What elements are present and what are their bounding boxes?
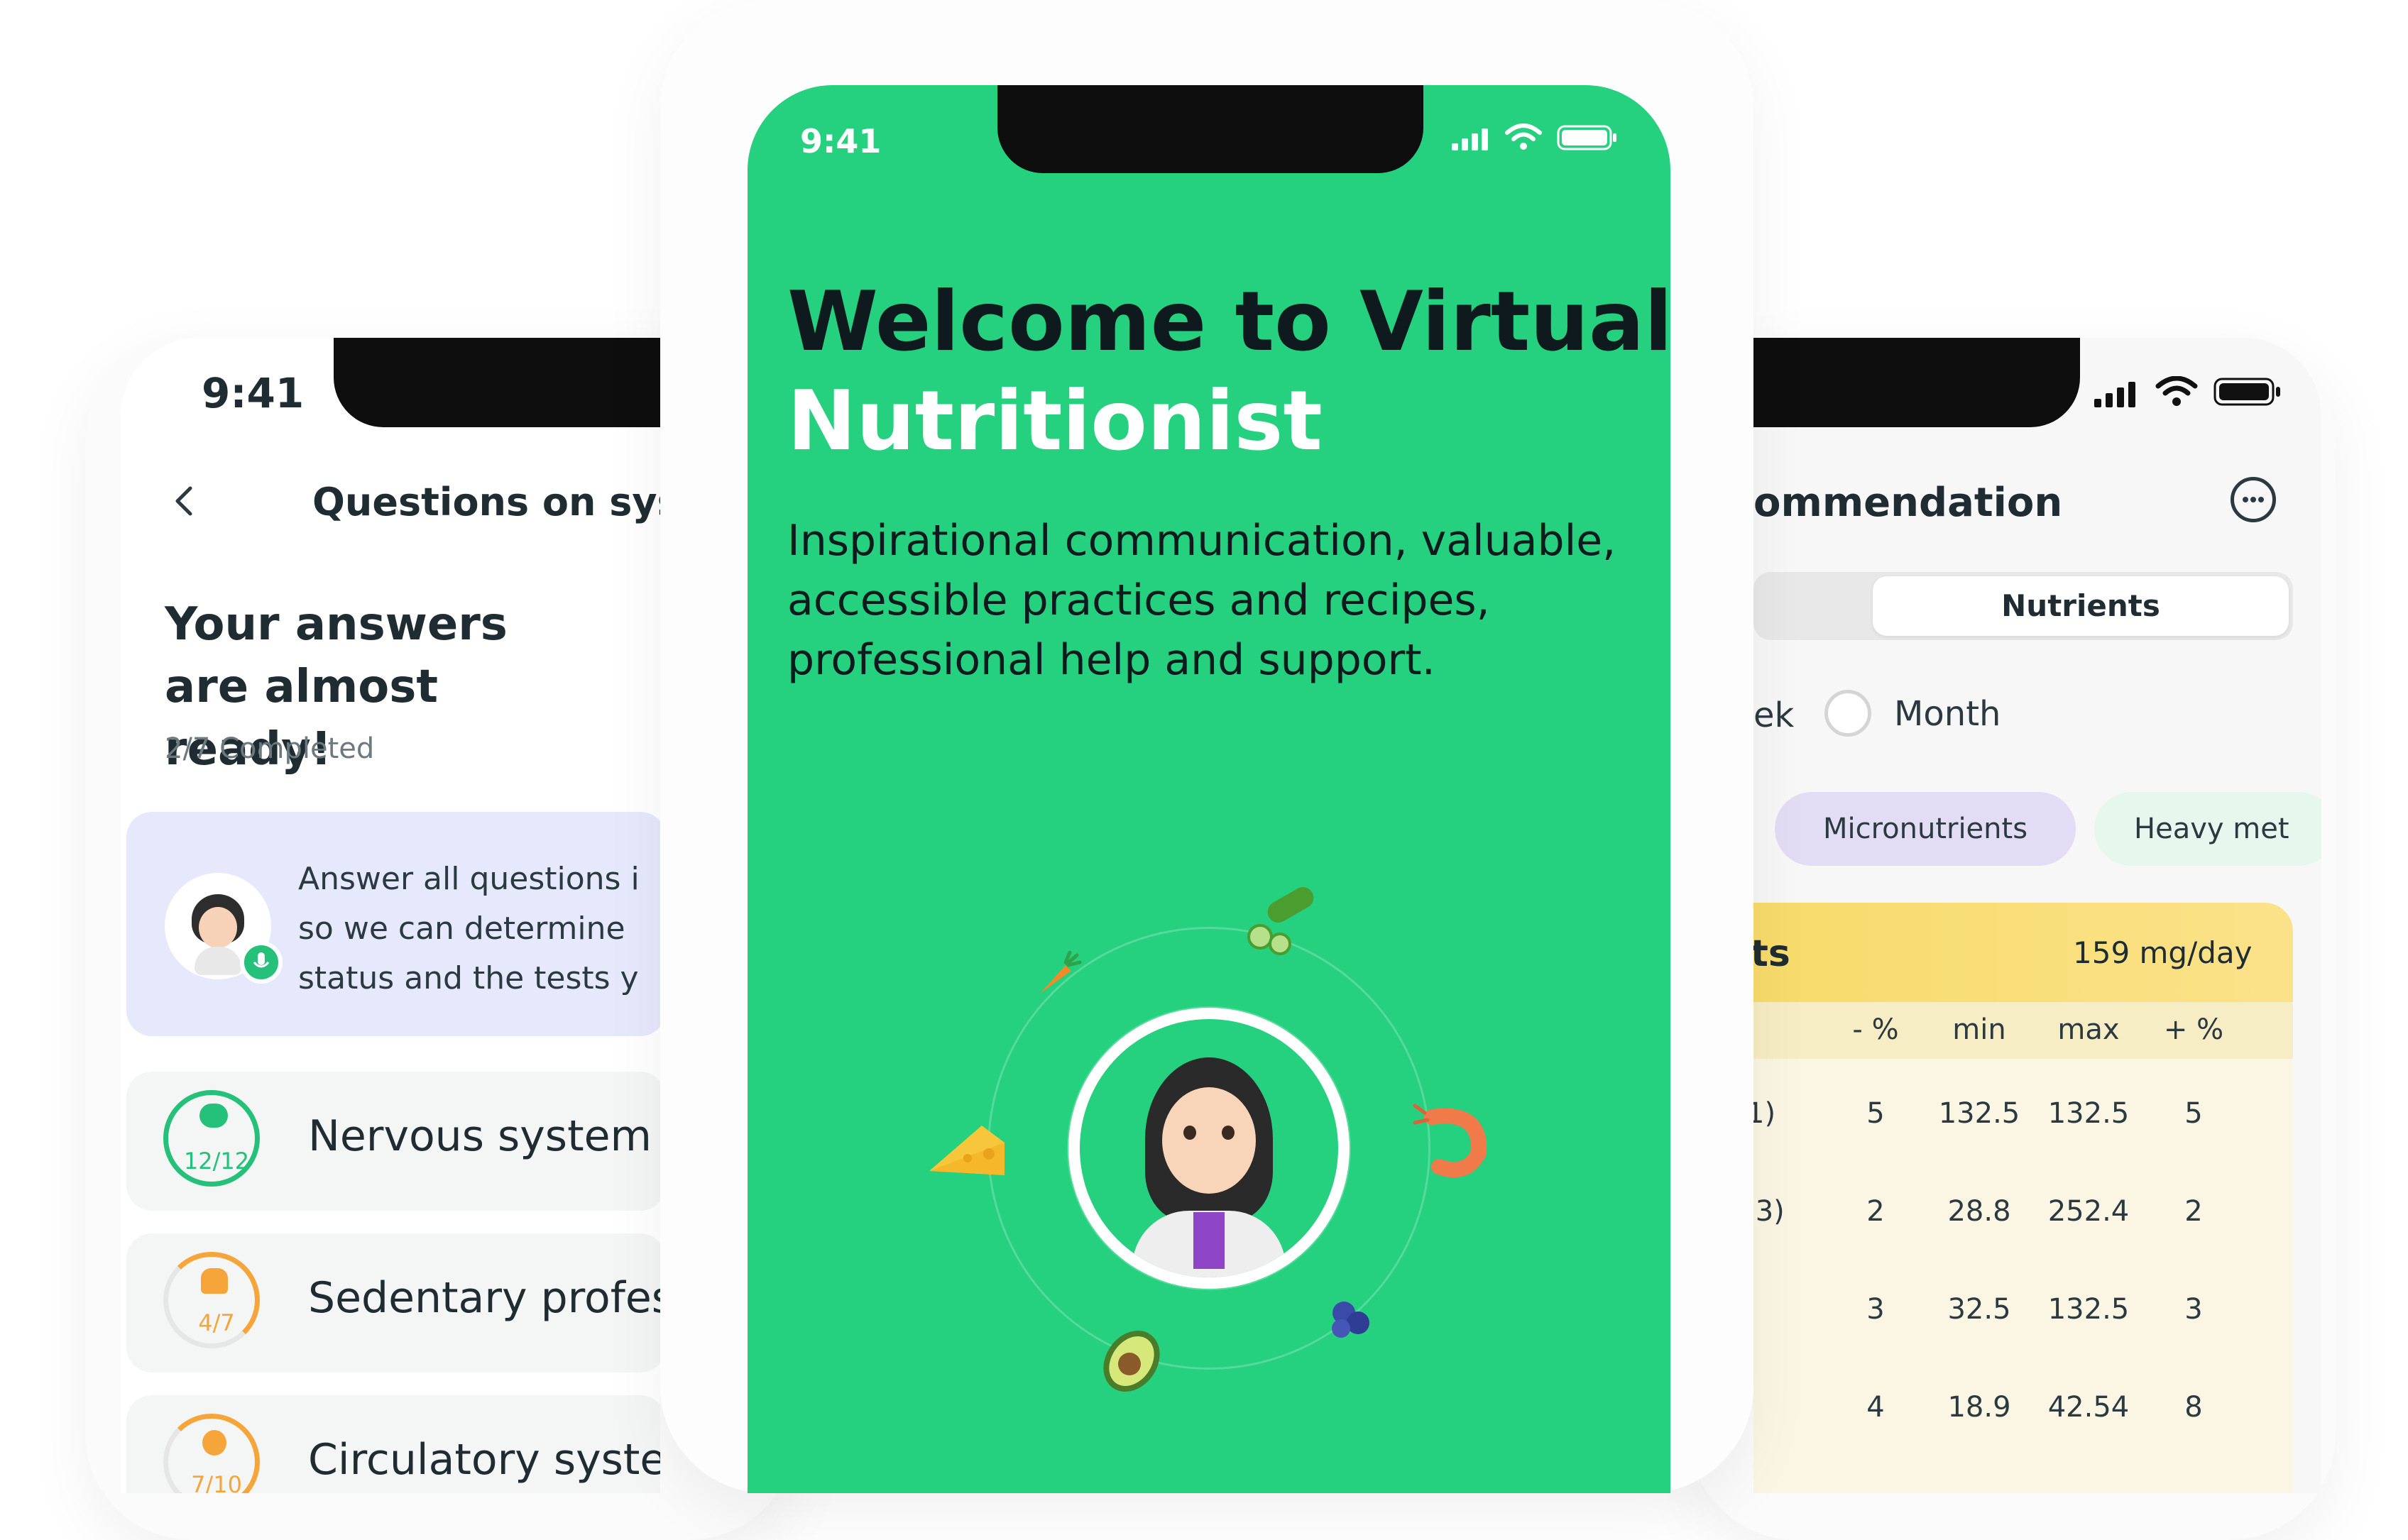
segmented-control: Nutrients bbox=[1753, 572, 2293, 640]
chip-heavy-metals[interactable]: Heavy met bbox=[2094, 792, 2321, 866]
lungs-icon bbox=[201, 1268, 228, 1294]
system-label: Sedentary profes bbox=[308, 1273, 660, 1323]
info-text: Answer all questions i so we can determi… bbox=[298, 854, 640, 1003]
subtitle-line: Inspirational communication, valuable, bbox=[787, 516, 1616, 566]
phone-notch bbox=[334, 338, 660, 427]
back-chevron-icon[interactable] bbox=[163, 480, 206, 522]
signal-icon bbox=[2094, 379, 2145, 411]
card-title: ts bbox=[1753, 933, 1790, 975]
row-label: .3) bbox=[1753, 1195, 1785, 1228]
column-header: + % bbox=[2163, 1013, 2224, 1046]
blueberry-icon bbox=[1323, 1292, 1379, 1348]
eye-shape bbox=[1183, 1126, 1196, 1140]
brain-icon bbox=[199, 1104, 228, 1128]
table-cell: 3 bbox=[1866, 1293, 1885, 1326]
progress-count: 7/10 bbox=[191, 1471, 242, 1493]
status-time: 9:41 bbox=[800, 122, 882, 160]
list-item[interactable]: 4/7 Sedentary profes bbox=[126, 1233, 660, 1373]
cucumber-icon bbox=[1244, 887, 1315, 958]
header-title: Questions on sys bbox=[312, 480, 660, 524]
table-cell: 2 bbox=[1866, 1195, 1885, 1228]
nutritionist-avatar bbox=[1068, 1008, 1350, 1289]
card-value: 159 mg/day bbox=[2073, 935, 2253, 970]
table-cell: 2 bbox=[2184, 1195, 2203, 1228]
table-cell: 5 bbox=[2184, 1097, 2203, 1130]
system-label: Circulatory syster bbox=[308, 1435, 660, 1485]
list-item[interactable]: 7/10 Circulatory syster bbox=[126, 1395, 660, 1493]
carrot-icon bbox=[1033, 950, 1083, 999]
table-cell: 132.5 bbox=[1938, 1097, 2020, 1130]
progress-count: 4/7 bbox=[198, 1309, 235, 1336]
right-phone-screen: ommendation Nutrients ek Month Micronutr… bbox=[1753, 338, 2321, 1493]
battery-icon bbox=[2213, 378, 2282, 409]
heart-icon bbox=[202, 1430, 226, 1456]
face-shape bbox=[1162, 1087, 1256, 1194]
subtitle-line: accessible practices and recipes, bbox=[787, 576, 1490, 625]
radio-month[interactable] bbox=[1824, 690, 1871, 737]
left-phone-screen: 9:41 Questions on sys Your answers are a… bbox=[121, 338, 660, 1493]
header-title: ommendation bbox=[1753, 480, 2063, 526]
progress-ring: 4/7 bbox=[163, 1252, 260, 1348]
table-cell: 4 bbox=[1866, 1391, 1885, 1424]
column-header: - % bbox=[1852, 1013, 1899, 1046]
column-header: max bbox=[2057, 1013, 2120, 1046]
progress-ring: 12/12 bbox=[163, 1090, 260, 1187]
shrimp-icon bbox=[1411, 1103, 1489, 1181]
chip-micronutrients[interactable]: Micronutrients bbox=[1775, 792, 2076, 866]
welcome-subtitle: Inspirational communication, valuable, a… bbox=[787, 511, 1616, 690]
wifi-icon bbox=[1504, 123, 1543, 155]
radio-label-month[interactable]: Month bbox=[1894, 694, 2001, 734]
table-cell: 28.8 bbox=[1947, 1195, 2011, 1228]
list-item[interactable]: 12/12 Nervous system bbox=[126, 1072, 660, 1211]
subtitle-line: professional help and support. bbox=[787, 635, 1435, 685]
phone-notch bbox=[1753, 338, 2080, 427]
table-row: 3 32.5 132.5 3 bbox=[1753, 1269, 2293, 1354]
table-header-row: - % min max + % bbox=[1753, 1002, 2293, 1059]
table-cell: 18.9 bbox=[1947, 1391, 2011, 1424]
eye-shape bbox=[1222, 1126, 1235, 1140]
info-card: Answer all questions i so we can determi… bbox=[126, 812, 660, 1036]
welcome-title-line2: Nutritionist bbox=[787, 373, 1323, 469]
table-cell: 32.5 bbox=[1947, 1293, 2011, 1326]
table-cell: 3 bbox=[2184, 1293, 2203, 1326]
table-row: .3) 2 28.8 252.4 2 bbox=[1753, 1171, 2293, 1256]
table-cell: 252.4 bbox=[2047, 1195, 2130, 1228]
shirt-shape bbox=[1193, 1212, 1225, 1269]
cheese-icon bbox=[925, 1114, 1010, 1185]
phone-notch bbox=[997, 85, 1423, 173]
battery-icon bbox=[1557, 125, 1618, 154]
table-row: 4 18.9 42.54 8 bbox=[1753, 1367, 2293, 1452]
system-label: Nervous system bbox=[308, 1111, 652, 1161]
signal-icon bbox=[1452, 126, 1497, 154]
column-header: min bbox=[1952, 1013, 2006, 1046]
table-cell: 5 bbox=[1866, 1097, 1885, 1130]
table-cell: 132.5 bbox=[2047, 1293, 2130, 1326]
progress-ring: 7/10 bbox=[163, 1414, 260, 1493]
welcome-title-line1: Welcome to Virtual bbox=[787, 274, 1670, 370]
microphone-icon[interactable] bbox=[240, 941, 283, 984]
nutrient-card-header: ts 159 mg/day bbox=[1753, 903, 2293, 1002]
radio-label-week[interactable]: ek bbox=[1753, 695, 1794, 735]
table-cell: 42.54 bbox=[2047, 1391, 2130, 1424]
progress-count: 12/12 bbox=[183, 1148, 250, 1175]
progress-text: 2/7 Completed bbox=[165, 732, 375, 765]
status-time: 9:41 bbox=[202, 369, 305, 417]
table-cell: 132.5 bbox=[2047, 1097, 2130, 1130]
nutrient-card: ts 159 mg/day - % min max + % 1) 5 132.5… bbox=[1753, 903, 2293, 1493]
info-line: status and the tests y bbox=[298, 960, 639, 996]
table-cell: 8 bbox=[2184, 1391, 2203, 1424]
wifi-icon bbox=[2155, 375, 2198, 411]
avocado-icon bbox=[1093, 1320, 1171, 1398]
table-row: 1) 5 132.5 132.5 5 bbox=[1753, 1073, 2293, 1158]
more-options-icon[interactable] bbox=[2231, 477, 2276, 522]
center-phone-screen: 9:41 Welcome to Virtual Nutritionist Ins… bbox=[748, 85, 1670, 1493]
row-label: 1) bbox=[1753, 1097, 1776, 1130]
segment-nutrients[interactable]: Nutrients bbox=[1873, 576, 2289, 636]
info-line: so we can determine bbox=[298, 911, 625, 947]
info-line: Answer all questions i bbox=[298, 861, 640, 897]
